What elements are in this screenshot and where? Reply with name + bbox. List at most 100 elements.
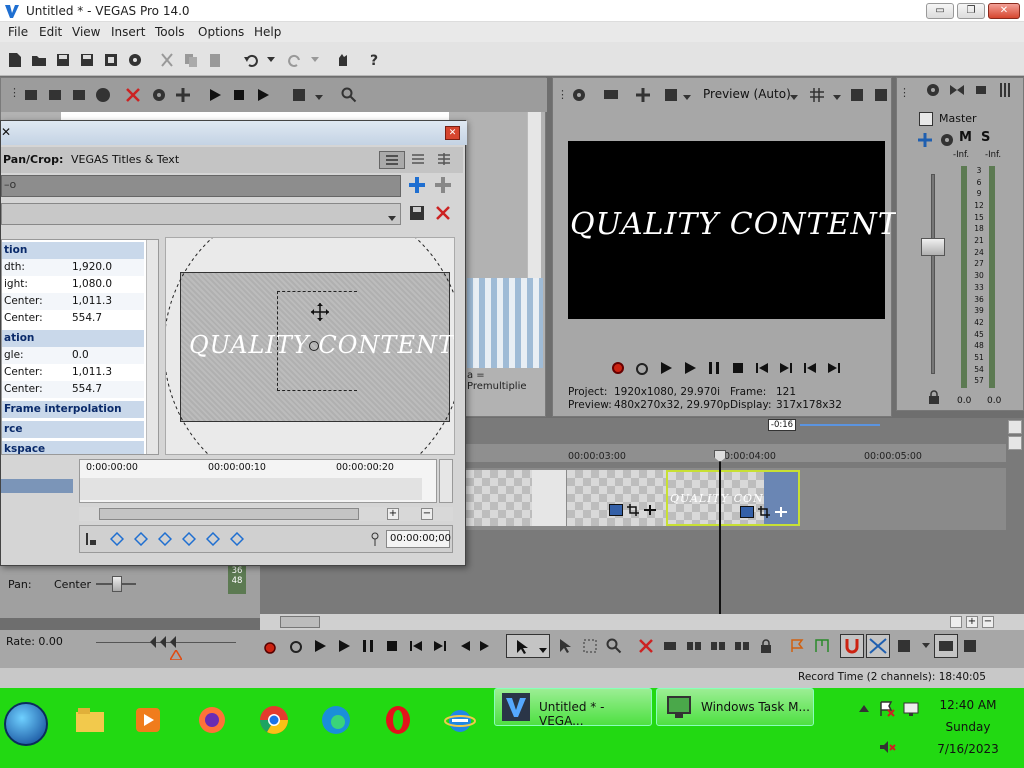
prev-keyframe-icon[interactable] (133, 531, 149, 547)
split-dropdown-icon[interactable] (683, 91, 693, 100)
view-tiles-icon[interactable] (435, 151, 455, 169)
view-grid-icon[interactable] (409, 151, 429, 169)
next-keyframe-icon[interactable] (157, 531, 173, 547)
timeline-horizontal-scrollbar[interactable]: + − (260, 614, 1024, 630)
media-properties-gear-icon[interactable] (151, 87, 167, 103)
preview-quality-dropdown-arrow-icon[interactable] (790, 91, 800, 100)
pan-crop-workspace[interactable]: QUALITY CONTENT (165, 237, 455, 455)
go-to-end-icon[interactable] (778, 360, 794, 376)
save-icon[interactable] (54, 51, 72, 69)
master-solo-button[interactable]: S (981, 130, 990, 145)
kf-zoom-in-button[interactable]: + (387, 508, 399, 520)
fx-chain-bar[interactable]: –o (1, 175, 401, 197)
fx-plugin-chain-icon[interactable] (407, 175, 427, 195)
last-keyframe-icon[interactable] (181, 531, 197, 547)
internet-explorer-icon[interactable] (440, 700, 480, 740)
media-play-icon[interactable] (207, 87, 223, 103)
record-icon[interactable] (612, 362, 624, 374)
title-clip-fx-icon[interactable] (740, 506, 754, 518)
width-row[interactable]: dth: 1,920.0 (2, 259, 144, 276)
save-as-icon[interactable] (78, 51, 96, 69)
media-stop-icon[interactable] (231, 87, 247, 103)
keyframe-interpolation-header[interactable]: Frame interpolation (2, 401, 144, 418)
timeline-go-to-end-icon[interactable] (430, 636, 450, 656)
timeline-prev-frame-icon[interactable] (454, 636, 474, 656)
play-icon[interactable] (682, 360, 698, 376)
first-keyframe-icon[interactable] (109, 531, 125, 547)
auto-crossfade-button[interactable] (866, 634, 890, 658)
external-monitor-icon[interactable] (603, 87, 619, 103)
split-screen-icon[interactable] (635, 87, 651, 103)
new-project-icon[interactable] (6, 51, 24, 69)
mixer-gear-icon[interactable] (925, 82, 941, 98)
menu-insert[interactable]: Insert (111, 25, 145, 39)
dim-output-icon[interactable] (973, 82, 989, 98)
clip-motion-icon[interactable] (643, 504, 657, 516)
show-hidden-icons-icon[interactable] (858, 704, 870, 714)
clip-crop-icon[interactable] (627, 504, 639, 516)
pan-crop-close-button[interactable]: ✕ (445, 126, 460, 140)
workspace-section-header[interactable]: kspace (2, 441, 144, 454)
timeline-play-from-start-icon[interactable] (310, 636, 330, 656)
help-icon[interactable]: ? (366, 51, 384, 69)
keyframe-timecode[interactable]: 00:00:00;00 (386, 530, 451, 548)
rotation-x-center-row[interactable]: Center: 1,011.3 (2, 364, 144, 381)
clip-gap[interactable] (532, 470, 566, 526)
height-row[interactable]: ight: 1,080.0 (2, 276, 144, 293)
delete-preset-icon[interactable] (435, 205, 453, 223)
network-icon[interactable] (902, 700, 920, 718)
master-gear-icon[interactable] (939, 132, 955, 148)
downmix-icon[interactable] (949, 82, 965, 98)
menu-file[interactable]: File (8, 25, 28, 39)
cut-icon[interactable] (158, 51, 176, 69)
pan-crop-title-bar[interactable]: ✕ ✕ (1, 121, 467, 145)
menu-tools[interactable]: Tools (155, 25, 185, 39)
minimize-button[interactable]: ▭ (926, 3, 954, 19)
sync-cursor-icon[interactable] (84, 532, 98, 546)
trim-start-icon[interactable] (708, 636, 728, 656)
timeline-scroll-up[interactable] (1008, 420, 1022, 434)
trim-icon[interactable] (660, 636, 680, 656)
keyframe-pin-icon[interactable] (368, 532, 382, 546)
angle-value[interactable]: 0.0 (72, 349, 89, 361)
kf-horizontal-scrollbar[interactable]: + − (79, 507, 453, 521)
save-snapshot-icon[interactable] (873, 87, 889, 103)
selection-tool-icon[interactable] (580, 636, 600, 656)
rate-slider-handle[interactable] (150, 636, 176, 648)
stop-icon[interactable] (730, 360, 746, 376)
rotation-section-header[interactable]: ation (2, 330, 144, 347)
rotation-x-center-value[interactable]: 1,011.3 (72, 366, 112, 378)
views-dropdown-icon[interactable] (315, 91, 325, 100)
firefox-icon[interactable] (192, 700, 232, 740)
x-center-row[interactable]: Center: 1,011.3 (2, 293, 144, 310)
next-frame-icon[interactable] (826, 360, 842, 376)
lock-icon[interactable] (927, 390, 941, 404)
kf-zoom-out-button[interactable]: − (421, 508, 433, 520)
media-search-icon[interactable] (341, 87, 357, 103)
timeline-ruler[interactable]: 00:00:03:00 00:00:04:00 00:00:05:00 (466, 444, 1006, 462)
video-fx-icon[interactable] (663, 87, 679, 103)
copy-snapshot-icon[interactable] (849, 87, 865, 103)
clip-segment-1[interactable] (466, 470, 532, 526)
previous-frame-icon[interactable] (802, 360, 818, 376)
timeline-pause-icon[interactable] (358, 636, 378, 656)
chrome-icon[interactable] (254, 700, 294, 740)
clock-day[interactable]: Sunday (926, 720, 1010, 734)
preview-grip-icon[interactable]: ⋮ (557, 88, 568, 101)
x-center-value[interactable]: 1,011.3 (72, 295, 112, 307)
redo-icon[interactable] (286, 51, 304, 69)
lock-envelopes-icon[interactable] (756, 636, 776, 656)
menu-edit[interactable]: Edit (39, 25, 62, 39)
timeline-stop-icon[interactable] (382, 636, 402, 656)
clock-time[interactable]: 12:40 AM (926, 698, 1010, 712)
open-icon[interactable] (30, 51, 48, 69)
action-center-flag-icon[interactable] (878, 700, 896, 718)
media-player-icon[interactable] (128, 700, 168, 740)
insert-region-icon[interactable] (812, 636, 832, 656)
snapping-button[interactable] (840, 634, 864, 658)
file-explorer-icon[interactable] (70, 700, 110, 740)
media-views-icon[interactable] (291, 87, 307, 103)
master-fx-icon[interactable] (917, 132, 933, 148)
render-icon[interactable] (102, 51, 120, 69)
lock-envelopes-button[interactable] (934, 634, 958, 658)
